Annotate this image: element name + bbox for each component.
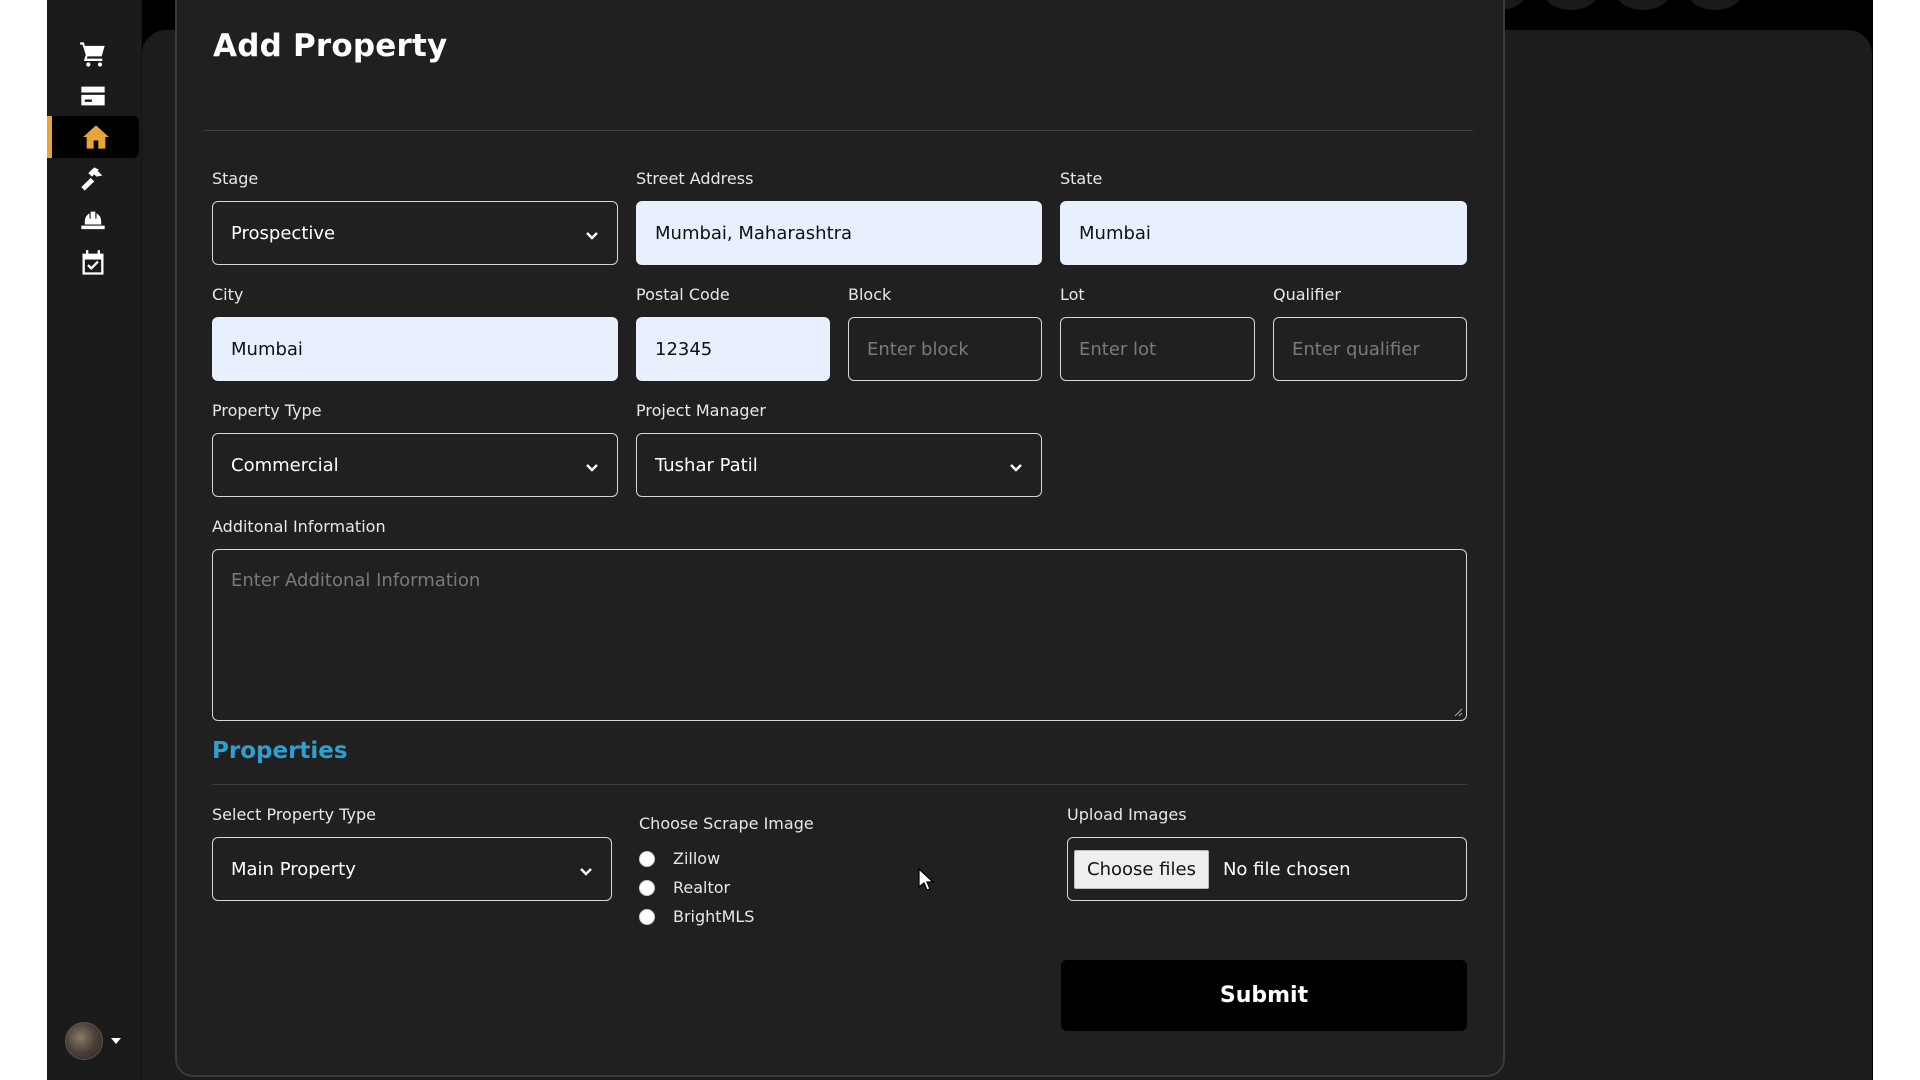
title-divider [203,130,1473,131]
block-label: Block [848,285,892,304]
properties-divider [212,784,1467,785]
chevron-down-icon [579,862,593,876]
choose-files-button[interactable]: Choose files [1074,849,1209,889]
postal-code-label: Postal Code [636,285,730,304]
resize-handle-icon[interactable] [1453,707,1463,717]
property-type-select[interactable]: Commercial [212,433,618,497]
stage-value: Prospective [231,222,336,244]
stage-select[interactable]: Prospective [212,201,618,265]
postal-code-input[interactable]: 12345 [636,317,830,381]
radio-zillow[interactable]: Zillow [639,849,720,868]
street-address-label: Street Address [636,169,754,188]
chevron-down-icon [585,226,599,240]
radio-brightmls[interactable]: BrightMLS [639,907,754,926]
chevron-down-icon [1009,458,1023,472]
block-input[interactable]: Enter block [848,317,1042,381]
property-type-label: Property Type [212,401,322,420]
city-label: City [212,285,244,304]
lot-input[interactable]: Enter lot [1060,317,1255,381]
qualifier-label: Qualifier [1273,285,1341,304]
radio-label: BrightMLS [673,907,755,926]
mouse-cursor-icon [918,868,935,891]
upload-images-input[interactable]: Choose files No file chosen [1067,837,1467,901]
radio-button[interactable] [639,908,655,925]
properties-section-title: Properties [212,738,348,764]
project-manager-value: Tushar Patil [655,454,758,476]
radio-button[interactable] [639,879,655,896]
block-placeholder: Enter block [867,338,969,360]
chevron-down-icon [585,458,599,472]
radio-button[interactable] [639,850,655,867]
upload-images-label: Upload Images [1067,805,1187,824]
project-manager-label: Project Manager [636,401,766,420]
qualifier-placeholder: Enter qualifier [1292,338,1420,360]
city-input[interactable]: Mumbai [212,317,618,381]
postal-code-value: 12345 [655,338,713,360]
radio-label: Zillow [673,849,721,868]
file-status: No file chosen [1222,858,1351,880]
state-value: Mumbai [1079,222,1151,244]
scrape-image-label: Choose Scrape Image [639,814,814,833]
radio-label: Realtor [673,878,731,897]
property-type-value: Commercial [231,454,339,476]
additional-info-textarea[interactable]: Enter Additonal Information [212,549,1467,721]
state-label: State [1060,169,1103,188]
page-title: Add Property [213,28,448,64]
lot-label: Lot [1060,285,1085,304]
lot-placeholder: Enter lot [1079,338,1157,360]
radio-realtor[interactable]: Realtor [639,878,730,897]
city-value: Mumbai [231,338,303,360]
street-address-value: Mumbai, Maharashtra [655,222,853,244]
select-property-type-value: Main Property [231,858,356,880]
additional-info-label: Additonal Information [212,517,386,536]
select-property-type-label: Select Property Type [212,805,376,824]
project-manager-select[interactable]: Tushar Patil [636,433,1042,497]
stage-label: Stage [212,169,259,188]
submit-button[interactable]: Submit [1061,960,1467,1031]
street-address-input[interactable]: Mumbai, Maharashtra [636,201,1042,265]
qualifier-input[interactable]: Enter qualifier [1273,317,1467,381]
additional-info-placeholder: Enter Additonal Information [231,570,481,591]
select-property-type-dropdown[interactable]: Main Property [212,837,612,901]
state-input[interactable]: Mumbai [1060,201,1467,265]
